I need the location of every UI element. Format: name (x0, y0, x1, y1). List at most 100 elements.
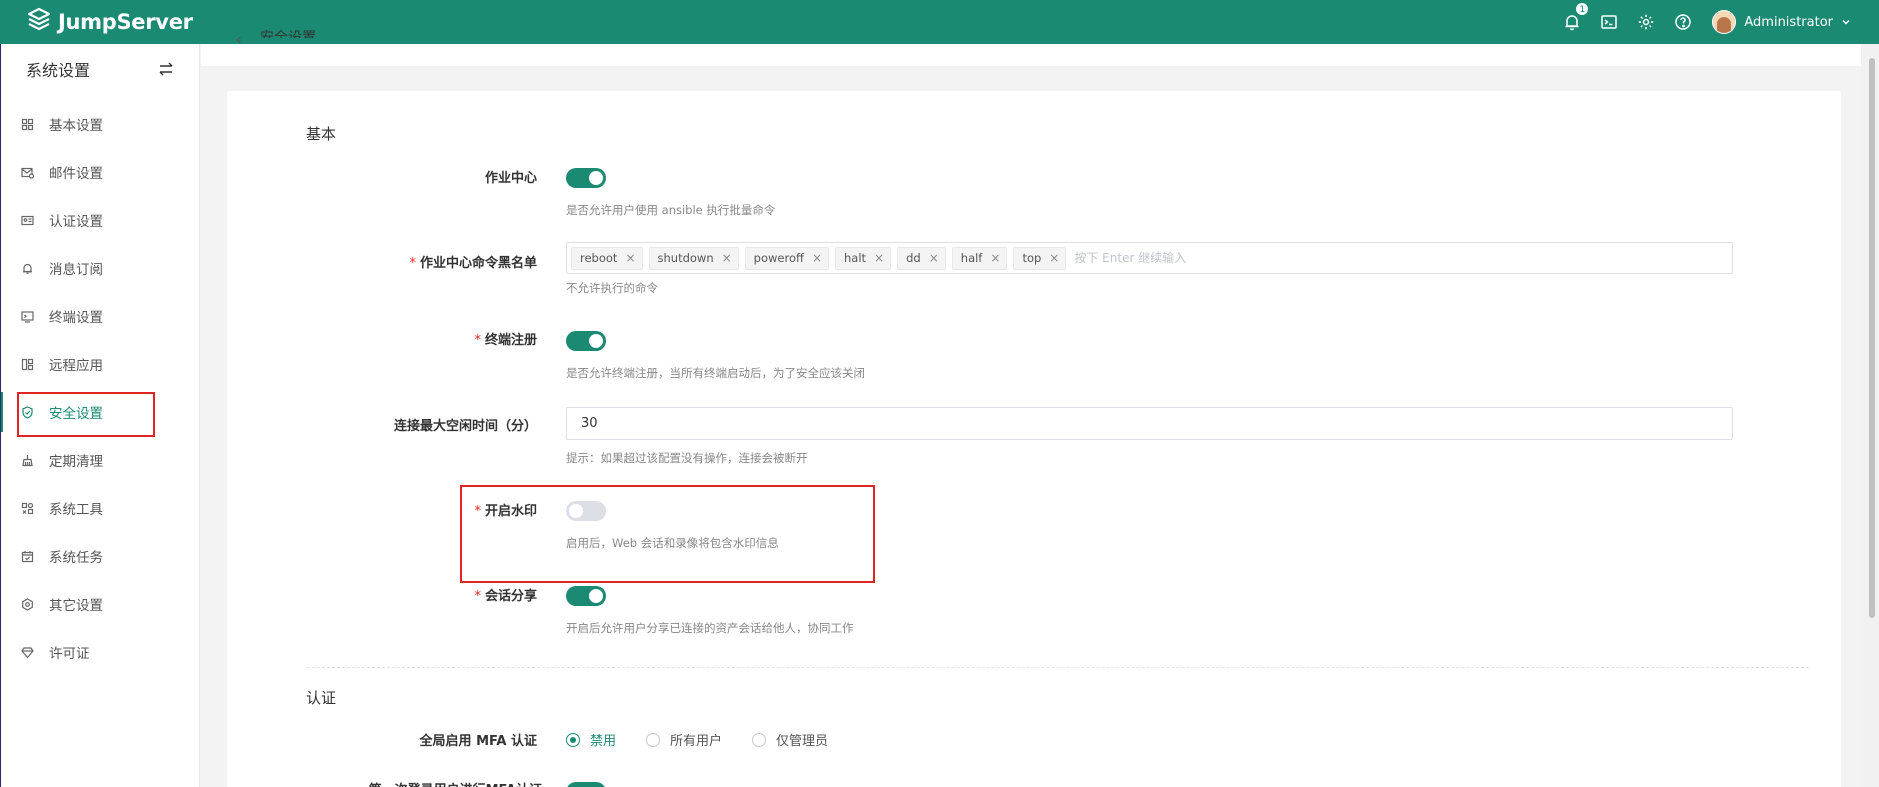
idle-timeout-input[interactable] (566, 407, 1733, 440)
app-name: JumpServer (58, 10, 193, 34)
app-logo[interactable]: JumpServer (26, 7, 193, 37)
sidebar-item-label: 安全设置 (49, 406, 103, 422)
terminal-register-label: * 终端注册 (474, 333, 537, 348)
tag: dd × (897, 246, 946, 270)
close-icon[interactable]: × (1049, 251, 1059, 265)
sidebar-item-basic[interactable]: 基本设置 (0, 100, 199, 148)
job-center-label: 作业中心 (484, 171, 537, 186)
help-icon[interactable] (1672, 11, 1694, 33)
breadcrumb-bar (201, 44, 1861, 66)
section-divider (307, 667, 1809, 668)
first-login-mfa-switch[interactable] (566, 782, 606, 787)
sidebar-item-label: 系统工具 (49, 502, 103, 518)
first-login-mfa-label: 第一次登录用户进行MFA认证 (262, 779, 542, 787)
mail-icon (20, 165, 34, 179)
avatar (1712, 10, 1737, 34)
idle-timeout-hint: 提示：如果超过该配置没有操作，连接会被断开 (566, 451, 808, 465)
radio-icon (752, 732, 767, 747)
settings-icon (20, 597, 34, 611)
close-icon[interactable]: × (812, 251, 822, 265)
bell-icon[interactable]: 1 (1561, 2, 1590, 33)
mfa-radio-group: 禁用 所有用户 仅管理员 (566, 730, 858, 749)
window-edge (0, 44, 1, 787)
tag: top × (1013, 246, 1067, 270)
sidebar-item-subscription[interactable]: 消息订阅 (0, 244, 199, 292)
section-title-basic: 基本 (306, 125, 337, 143)
mfa-option-all-users[interactable]: 所有用户 (646, 730, 722, 749)
job-center-switch[interactable] (566, 168, 606, 188)
tools-icon (20, 501, 34, 515)
close-icon[interactable]: × (722, 251, 732, 265)
user-name: Administrator (1744, 14, 1833, 30)
session-share-hint: 开启后允许用户分享已连接的资产会话给他人，协同工作 (566, 621, 854, 635)
close-icon[interactable]: × (990, 251, 1000, 265)
watermark-switch[interactable] (566, 501, 606, 521)
sidebar-item-other[interactable]: 其它设置 (0, 580, 199, 628)
sidebar-item-license[interactable]: 许可证 (0, 628, 199, 676)
chevron-down-icon (1842, 20, 1850, 25)
tag: half × (951, 246, 1008, 270)
sidebar-item-label: 消息订阅 (49, 262, 103, 278)
tag: reboot × (571, 246, 643, 270)
tag: halt × (835, 246, 892, 270)
sidebar-item-label: 许可证 (49, 646, 90, 662)
idle-timeout-label: 连接最大空闲时间（分） (393, 419, 537, 434)
blacklist-new-tag-input[interactable] (1074, 251, 1375, 265)
gear-icon[interactable] (1635, 11, 1657, 33)
watermark-hint: 启用后，Web 会话和录像将包含水印信息 (566, 536, 779, 550)
sidebar-item-auth[interactable]: 认证设置 (0, 196, 199, 244)
session-share-label: * 会话分享 (474, 589, 537, 604)
sidebar-item-mail[interactable]: 邮件设置 (0, 148, 199, 196)
broom-icon (20, 453, 34, 467)
sidebar-item-label: 其它设置 (49, 598, 103, 614)
blacklist-label: * 作业中心命令黑名单 (409, 256, 537, 271)
swap-icon[interactable] (157, 60, 175, 78)
sidebar-item-label: 系统任务 (49, 550, 103, 566)
sidebar-item-label: 邮件设置 (49, 166, 103, 182)
tag: poweroff × (744, 246, 829, 270)
sidebar-item-label: 定期清理 (49, 454, 103, 470)
sidebar-item-label: 基本设置 (49, 118, 103, 134)
section-title-auth: 认证 (306, 689, 337, 707)
sidebar-item-tools[interactable]: 系统工具 (0, 484, 199, 532)
close-icon[interactable]: × (874, 251, 884, 265)
watermark-label: * 开启水印 (474, 504, 537, 519)
sidebar-title: 系统设置 (26, 61, 91, 80)
back-arrow-icon[interactable] (235, 36, 243, 44)
terminal-register-hint: 是否允许终端注册，当所有终端启动后，为了安全应该关闭 (566, 366, 865, 380)
close-icon[interactable]: × (929, 251, 939, 265)
apps-icon (20, 357, 34, 371)
calendar-icon (20, 549, 34, 563)
monitor-icon (20, 309, 34, 323)
sidebar-item-remote-apps[interactable]: 远程应用 (0, 340, 199, 388)
logo-icon (26, 7, 52, 37)
user-menu[interactable]: Administrator (1712, 10, 1851, 34)
sidebar-item-label: 认证设置 (49, 214, 103, 230)
sidebar-header: 系统设置 (0, 44, 199, 94)
sidebar-item-cleaning[interactable]: 定期清理 (0, 436, 199, 484)
mfa-option-admins[interactable]: 仅管理员 (752, 730, 828, 749)
blacklist-tags-input[interactable]: reboot × shutdown × poweroff × halt × dd × ha… (566, 242, 1733, 274)
session-share-switch[interactable] (566, 586, 606, 606)
blacklist-hint: 不允许执行的命令 (566, 281, 658, 295)
mfa-label: 全局启用 MFA 认证 (419, 734, 537, 749)
radio-icon (646, 732, 661, 747)
close-icon[interactable]: × (625, 251, 635, 265)
job-center-hint: 是否允许用户使用 ansible 执行批量命令 (566, 203, 776, 217)
diamond-icon (20, 645, 34, 659)
id-card-icon (20, 213, 34, 227)
grid-icon (20, 117, 34, 131)
mfa-option-disabled[interactable]: 禁用 (566, 730, 616, 749)
bell-icon (20, 261, 34, 275)
sidebar-item-security[interactable]: 安全设置 (0, 388, 199, 437)
sidebar-item-tasks[interactable]: 系统任务 (0, 532, 199, 580)
shield-icon (20, 405, 34, 419)
sidebar-item-label: 终端设置 (49, 310, 103, 326)
sidebar-item-label: 远程应用 (49, 358, 103, 374)
notification-badge: 1 (1575, 2, 1590, 16)
sidebar-item-terminal[interactable]: 终端设置 (0, 292, 199, 340)
terminal-icon[interactable] (1598, 11, 1620, 33)
radio-checked-icon (566, 732, 580, 747)
terminal-register-switch[interactable] (566, 331, 606, 351)
scrollbar-thumb[interactable] (1869, 58, 1875, 618)
